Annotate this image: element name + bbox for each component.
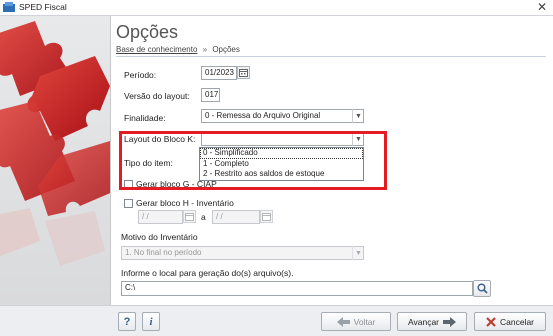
cancel-icon	[486, 316, 496, 327]
versao-label: Versão do layout:	[124, 91, 190, 101]
cancel-button-label: Cancelar	[499, 316, 535, 327]
arrow-left-icon	[336, 316, 350, 327]
motivo-label: Motivo do Inventário	[121, 232, 198, 242]
back-button-label: Voltar	[353, 316, 376, 327]
inventario-inicio-calendar-button[interactable]	[183, 210, 196, 223]
periodo-label: Período:	[124, 70, 157, 80]
versao-input[interactable]: 017	[201, 88, 220, 102]
finalidade-select[interactable]: 0 - Remessa do Arquivo Original	[201, 109, 364, 123]
motivo-select[interactable]: 1. No final no período	[121, 246, 364, 260]
help-icon: ?	[123, 315, 131, 328]
calendar-icon	[185, 213, 194, 221]
periodo-input[interactable]: 01/2023	[201, 66, 237, 80]
panel-divider	[110, 16, 111, 305]
help-button[interactable]: ?	[118, 312, 136, 331]
breadcrumb-current: Opções	[212, 45, 240, 54]
chevron-down-icon[interactable]: ▼	[352, 109, 364, 123]
highlight-annotation	[119, 131, 387, 190]
header-rule	[116, 56, 546, 57]
breadcrumb-link-knowledge-base[interactable]: Base de conhecimento	[116, 45, 197, 54]
inventario-data-fim-input[interactable]: / /	[212, 210, 260, 224]
chevron-down-icon[interactable]: ▼	[352, 246, 364, 260]
page-title: Opções	[116, 22, 179, 42]
inventario-data-inicio-input[interactable]: / /	[138, 210, 183, 224]
calendar-icon	[239, 69, 248, 77]
info-icon: i	[149, 315, 153, 328]
finalidade-label: Finalidade:	[124, 113, 166, 123]
periodo-calendar-button[interactable]	[237, 66, 250, 79]
next-button[interactable]: Avançar	[397, 312, 467, 331]
decorative-puzzle-panel	[0, 16, 110, 305]
window-title: SPED Fiscal	[19, 2, 67, 12]
local-path-input[interactable]: C:\	[121, 281, 473, 296]
next-button-label: Avançar	[407, 316, 440, 327]
puzzle-illustration	[0, 21, 110, 266]
wizard-footer: ? i Voltar Avançar Cancelar	[0, 305, 553, 336]
gerar-bloco-h-checkbox[interactable]	[124, 199, 133, 208]
search-icon	[477, 283, 488, 294]
app-icon	[3, 2, 15, 12]
window-titlebar: SPED Fiscal ✕	[0, 0, 553, 16]
gerar-bloco-h-label: Gerar bloco H - Inventário	[136, 198, 234, 208]
back-button[interactable]: Voltar	[321, 312, 391, 331]
local-label: Informe o local para geração do(s) arqui…	[121, 268, 294, 278]
cancel-button[interactable]: Cancelar	[474, 312, 546, 331]
inventario-fim-calendar-button[interactable]	[260, 210, 273, 223]
arrow-right-icon	[443, 316, 457, 327]
info-button[interactable]: i	[142, 312, 160, 331]
inventario-range-separator: a	[201, 212, 206, 222]
breadcrumb: Base de conhecimento » Opções	[116, 45, 240, 54]
breadcrumb-separator: »	[202, 45, 208, 54]
browse-button[interactable]	[473, 280, 491, 297]
close-icon[interactable]: ✕	[537, 0, 547, 14]
calendar-icon	[262, 213, 271, 221]
